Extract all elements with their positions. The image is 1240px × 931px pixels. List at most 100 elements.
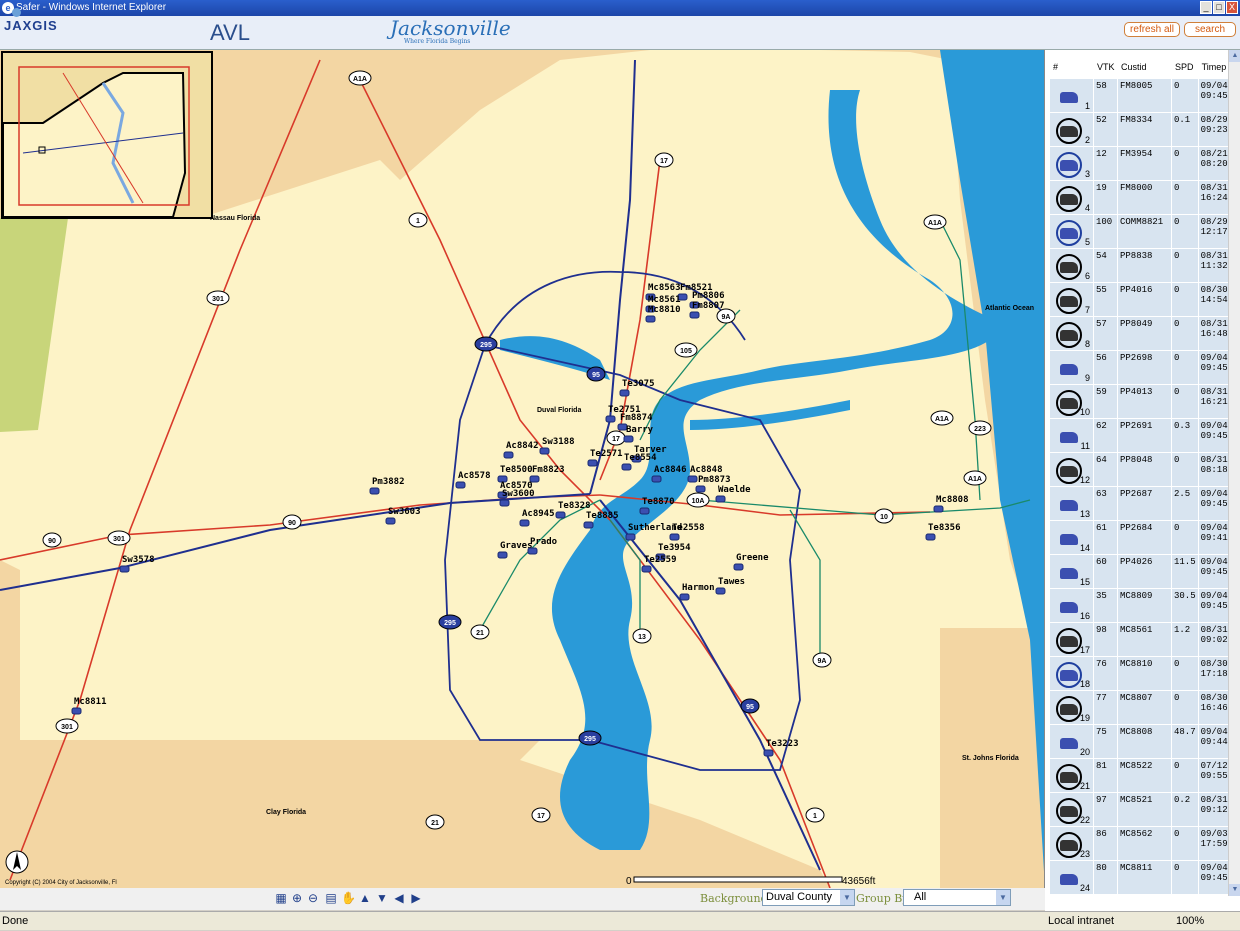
column-header[interactable]: VTK [1093, 54, 1118, 79]
table-row[interactable]: 14 61 PP2684 0 09/04 09:41 [1049, 520, 1237, 555]
close-button[interactable]: X [1226, 1, 1238, 14]
vehicle-icon-cell[interactable]: 20 [1049, 724, 1094, 759]
scroll-up-icon[interactable]: ▲ [1229, 50, 1240, 62]
route-shield: A1A [923, 214, 947, 230]
table-row[interactable]: 4 19 FM8000 0 08/31/16:24 [1049, 180, 1237, 215]
custid-cell: COMM8821 [1117, 214, 1172, 249]
zoom-in-icon[interactable]: ⊕ [290, 891, 304, 905]
vehicle-icon-cell[interactable]: 14 [1049, 520, 1094, 555]
zoom-level[interactable]: 100% [1176, 912, 1204, 931]
vehicle-icon-cell[interactable]: 17 [1049, 622, 1094, 657]
vehicle-icon-cell[interactable]: 19 [1049, 690, 1094, 725]
table-row[interactable]: 1 58 FM8005 0 09/04 09:45 [1049, 78, 1237, 113]
table-row[interactable]: 2 52 FM8334 0.1 08/29/09:23 [1049, 112, 1237, 147]
table-row[interactable]: 22 97 MC8521 0.2 08/31/09:12 [1049, 792, 1237, 827]
chevron-down-icon[interactable]: ▼ [840, 890, 854, 905]
table-row[interactable]: 9 56 PP2698 0 09/04 09:45 [1049, 350, 1237, 385]
column-header[interactable]: SPD [1171, 54, 1199, 79]
overview-map[interactable] [1, 51, 213, 219]
column-header[interactable]: # [1049, 54, 1094, 79]
search-button[interactable]: search [1184, 22, 1236, 37]
table-row[interactable]: 18 76 MC8810 0 08/30/17:18 [1049, 656, 1237, 691]
table-row[interactable]: 6 54 PP8838 0 08/31/11:32 [1049, 248, 1237, 283]
vehicle-icon-cell[interactable]: 5 [1049, 214, 1094, 249]
table-row[interactable]: 5 100 COMM8821 0 08/29/12:17 [1049, 214, 1237, 249]
minimize-button[interactable]: _ [1200, 1, 1212, 14]
table-row[interactable]: 15 60 PP4026 11.5 09/04 09:45 [1049, 554, 1237, 589]
vehicle-icon-cell[interactable]: 8 [1049, 316, 1094, 351]
vehicle-icon-cell[interactable]: 4 [1049, 180, 1094, 215]
vehicle-icon-cell[interactable]: 9 [1049, 350, 1094, 385]
table-row[interactable]: 3 12 FM3954 0 08/21/08:20 [1049, 146, 1237, 181]
table-row[interactable]: 19 77 MC8807 0 08/30/16:46 [1049, 690, 1237, 725]
custid-cell: PP4016 [1117, 282, 1172, 317]
table-row[interactable]: 11 62 PP2691 0.3 09/04 09:45 [1049, 418, 1237, 453]
table-row[interactable]: 23 86 MC8562 0 09/03/17:59 [1049, 826, 1237, 861]
refresh-all-button[interactable]: refresh all [1124, 22, 1180, 37]
route-shield: 13 [632, 628, 652, 644]
vehicle-icon-cell[interactable]: 18 [1049, 656, 1094, 691]
table-row[interactable]: 20 75 MC8808 48.7 09/04 09:44 [1049, 724, 1237, 759]
vehicle-icon-cell[interactable]: 1 [1049, 78, 1094, 113]
vehicle-icon [1056, 628, 1082, 654]
groupby-select[interactable]: All ▼ [903, 889, 1011, 906]
layers-icon[interactable]: ▦ [274, 891, 288, 905]
custid-cell: MC8562 [1117, 826, 1172, 861]
table-row[interactable]: 8 57 PP8049 0 08/31/16:48 [1049, 316, 1237, 351]
vtk-cell: 57 [1093, 316, 1118, 351]
vehicle-icon-cell[interactable]: 15 [1049, 554, 1094, 589]
place-label: Nassau Florida [210, 215, 260, 222]
speed-cell: 0.2 [1171, 792, 1199, 827]
vehicle-icon-cell[interactable]: 10 [1049, 384, 1094, 419]
vehicle-icon-cell[interactable]: 21 [1049, 758, 1094, 793]
vehicle-icon-cell[interactable]: 12 [1049, 452, 1094, 487]
app-header [0, 16, 1240, 50]
pan-left-icon[interactable]: ◀ [392, 891, 406, 905]
vtk-cell: 86 [1093, 826, 1118, 861]
pan-hand-icon[interactable]: ✋ [341, 891, 356, 905]
chevron-down-icon[interactable]: ▼ [996, 890, 1010, 905]
table-row[interactable]: 13 63 PP2687 2.5 09/04 09:45 [1049, 486, 1237, 521]
route-shield: 95 [740, 698, 760, 714]
table-row[interactable]: 17 98 MC8561 1.2 08/31/09:02 [1049, 622, 1237, 657]
backgrounds-select[interactable]: Duval County ▼ [762, 889, 855, 906]
vehicle-icon-cell[interactable]: 24 [1049, 860, 1094, 895]
zoom-out-icon[interactable]: ⊖ [306, 891, 320, 905]
table-row[interactable]: 12 64 PP8048 0 08/31/08:18 [1049, 452, 1237, 487]
print-icon[interactable]: ▤ [324, 891, 338, 905]
table-row[interactable]: 10 59 PP4013 0 08/31/16:21 [1049, 384, 1237, 419]
column-header[interactable]: Custid [1117, 54, 1172, 79]
table-row[interactable]: 24 80 MC8811 0 09/04 09:45 [1049, 860, 1237, 895]
vehicle-icon-cell[interactable]: 7 [1049, 282, 1094, 317]
table-row[interactable]: 21 81 MC8522 0 07/12/09:55 [1049, 758, 1237, 793]
table-row[interactable]: 16 35 MC8809 30.5 09/04 09:45 [1049, 588, 1237, 623]
vehicle-icon-cell[interactable]: 13 [1049, 486, 1094, 521]
svg-text:Mc8810: Mc8810 [648, 305, 681, 315]
vehicle-icon [1056, 390, 1082, 416]
speed-cell: 0 [1171, 180, 1199, 215]
speed-cell: 0 [1171, 282, 1199, 317]
vehicle-icon [1056, 764, 1082, 790]
route-shield: 17 [654, 152, 674, 168]
vehicle-icon-cell[interactable]: 2 [1049, 112, 1094, 147]
vehicle-icon-cell[interactable]: 11 [1049, 418, 1094, 453]
pan-up-icon[interactable]: ▲ [358, 891, 372, 905]
row-number: 18 [1079, 679, 1090, 689]
vtk-cell: 98 [1093, 622, 1118, 657]
pan-right-icon[interactable]: ▶ [409, 891, 423, 905]
vehicle-icon-cell[interactable]: 3 [1049, 146, 1094, 181]
pan-down-icon[interactable]: ▼ [375, 891, 389, 905]
vehicle-icon-cell[interactable]: 16 [1049, 588, 1094, 623]
vehicle-icon-cell[interactable]: 6 [1049, 248, 1094, 283]
vehicle-icon-cell[interactable]: 23 [1049, 826, 1094, 861]
svg-text:Prado: Prado [530, 537, 557, 547]
maximize-button[interactable]: □ [1213, 1, 1225, 14]
table-header-row: # VTK Custid SPD Timep [1049, 54, 1237, 79]
vtk-cell: 61 [1093, 520, 1118, 555]
row-number: 12 [1079, 475, 1090, 485]
scroll-down-icon[interactable]: ▼ [1229, 884, 1240, 896]
svg-text:Te2559: Te2559 [644, 555, 677, 565]
sidebar-scrollbar[interactable]: ▲ ▼ [1228, 50, 1240, 896]
table-row[interactable]: 7 55 PP4016 0 08/30/14:54 [1049, 282, 1237, 317]
vehicle-icon-cell[interactable]: 22 [1049, 792, 1094, 827]
